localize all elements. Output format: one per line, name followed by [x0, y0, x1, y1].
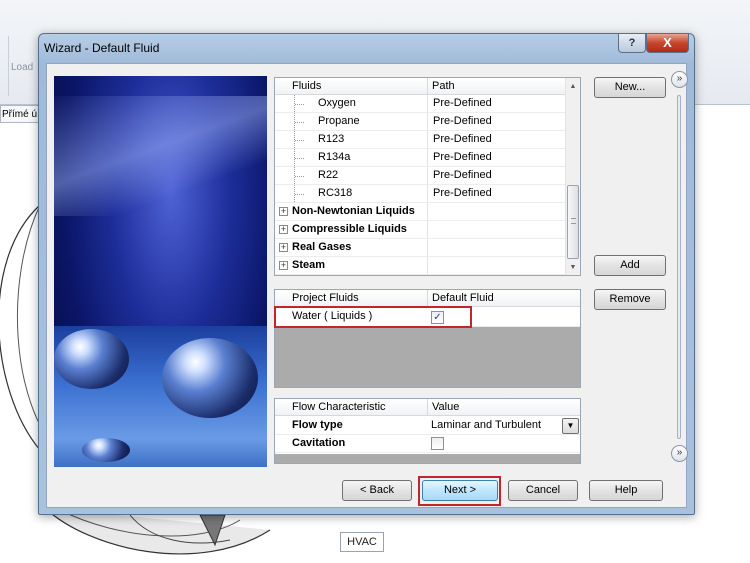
- water-drop-small: [82, 438, 130, 462]
- tree-branch: [295, 176, 304, 177]
- fluid-row[interactable]: R22 Pre-Defined: [275, 167, 580, 185]
- fluid-group-name: Steam: [292, 259, 326, 271]
- fluid-path: Pre-Defined: [433, 151, 492, 163]
- dialog-title: Wizard - Default Fluid: [44, 41, 160, 55]
- tree-branch: [295, 194, 304, 195]
- close-icon: X: [663, 35, 672, 50]
- fluid-name: Propane: [318, 115, 360, 127]
- fluid-name: R22: [318, 169, 339, 181]
- fluid-group-name: Non-Newtonian Liquids: [292, 205, 415, 217]
- dialog-body: Fluids Path Oxygen Pre-Defined Propane Pre-…: [46, 63, 688, 508]
- expand-icon[interactable]: +: [279, 261, 288, 270]
- project-fluids-table: Project Fluids Default Fluid Water ( Liq…: [274, 289, 581, 388]
- fluid-group-row[interactable]: + Non-Newtonian Liquids: [275, 203, 580, 221]
- load-button[interactable]: Load: [11, 62, 33, 73]
- cavitation-row[interactable]: Cavitation: [275, 435, 580, 453]
- flow-type-label: Flow type: [292, 419, 343, 431]
- fluid-row[interactable]: R123 Pre-Defined: [275, 131, 580, 149]
- close-button[interactable]: X: [646, 34, 689, 53]
- fluid-path: Pre-Defined: [433, 187, 492, 199]
- path-column-header[interactable]: Path: [427, 78, 567, 95]
- chevron-down-icon: ▼: [566, 421, 575, 430]
- help-button[interactable]: Help: [589, 480, 663, 501]
- title-bar[interactable]: Wizard - Default Fluid ? X: [39, 34, 694, 62]
- fluid-path: Pre-Defined: [433, 133, 492, 145]
- scroll-down-arrow[interactable]: ▼: [566, 261, 580, 275]
- title-help-button[interactable]: ?: [618, 34, 646, 53]
- double-chevron-icon: »: [676, 447, 683, 458]
- expand-icon[interactable]: +: [279, 207, 288, 216]
- wizard-dialog: Wizard - Default Fluid ? X Fluids Path O…: [38, 33, 695, 515]
- fluid-group-row[interactable]: + Compressible Liquids: [275, 221, 580, 239]
- flow-type-dropdown[interactable]: ▼: [562, 418, 579, 434]
- collapse-top-button[interactable]: »: [671, 71, 688, 88]
- flow-characteristic-header[interactable]: Flow Characteristic: [275, 399, 427, 416]
- tree-branch: [295, 140, 304, 141]
- toolbar-separator: [8, 36, 9, 96]
- tree-branch: [295, 104, 304, 105]
- fluid-group-name: Real Gases: [292, 241, 352, 253]
- fluid-row[interactable]: Propane Pre-Defined: [275, 113, 580, 131]
- tree-branch: [295, 158, 304, 159]
- fluid-group-row[interactable]: + Steam: [275, 257, 580, 275]
- water-drop-left: [54, 329, 129, 389]
- fluid-group-name: Compressible Liquids: [292, 223, 407, 235]
- highlight-next-button: [418, 476, 501, 506]
- fluids-column-header[interactable]: Fluids: [275, 78, 427, 95]
- fluid-row[interactable]: R134a Pre-Defined: [275, 149, 580, 167]
- fluid-row[interactable]: RC318 Pre-Defined: [275, 185, 580, 203]
- cancel-button[interactable]: Cancel: [508, 480, 578, 501]
- tree-branch: [295, 122, 304, 123]
- project-fluids-header[interactable]: Project Fluids: [275, 290, 427, 307]
- fluid-path: Pre-Defined: [433, 115, 492, 127]
- fluid-name: R134a: [318, 151, 351, 163]
- hvac-label[interactable]: HVAC: [340, 532, 384, 552]
- fluid-name: R123: [318, 133, 345, 145]
- flow-characteristics-table: Flow Characteristic Value Flow type Lami…: [274, 398, 581, 464]
- fluids-table: Fluids Path Oxygen Pre-Defined Propane Pre-…: [274, 77, 581, 276]
- value-header[interactable]: Value: [427, 399, 580, 416]
- scroll-up-arrow[interactable]: ▲: [566, 80, 580, 94]
- remove-button[interactable]: Remove: [594, 289, 666, 310]
- double-chevron-icon: »: [676, 73, 683, 84]
- fluid-path: Pre-Defined: [433, 97, 492, 109]
- new-button[interactable]: New...: [594, 77, 666, 98]
- fluid-path: Pre-Defined: [433, 169, 492, 181]
- collapse-bottom-button[interactable]: »: [671, 445, 688, 462]
- aurora-glow: [54, 96, 267, 216]
- highlight-project-fluid: [274, 306, 472, 328]
- back-button[interactable]: < Back: [342, 480, 412, 501]
- cavitation-label: Cavitation: [292, 437, 346, 449]
- fluid-name: RC318: [318, 187, 353, 199]
- fluids-scrollbar[interactable]: ▲ ▼: [565, 78, 580, 275]
- fluid-row[interactable]: Oxygen Pre-Defined: [275, 95, 580, 113]
- splitter-bar[interactable]: [677, 95, 681, 439]
- add-button[interactable]: Add: [594, 255, 666, 276]
- expand-icon[interactable]: +: [279, 225, 288, 234]
- expand-icon[interactable]: +: [279, 243, 288, 252]
- water-drop-right: [162, 338, 258, 418]
- cavitation-checkbox[interactable]: [431, 437, 444, 450]
- fluid-illustration: [54, 76, 267, 467]
- scroll-thumb[interactable]: [567, 185, 579, 259]
- flow-type-row[interactable]: Flow type Laminar and Turbulent ▼: [275, 417, 580, 435]
- flow-type-value[interactable]: Laminar and Turbulent: [431, 417, 541, 435]
- fluid-group-row[interactable]: + Real Gases: [275, 239, 580, 257]
- default-fluid-header[interactable]: Default Fluid: [427, 290, 580, 307]
- background-tab[interactable]: Přímé ú: [0, 105, 42, 123]
- fluid-name: Oxygen: [318, 97, 356, 109]
